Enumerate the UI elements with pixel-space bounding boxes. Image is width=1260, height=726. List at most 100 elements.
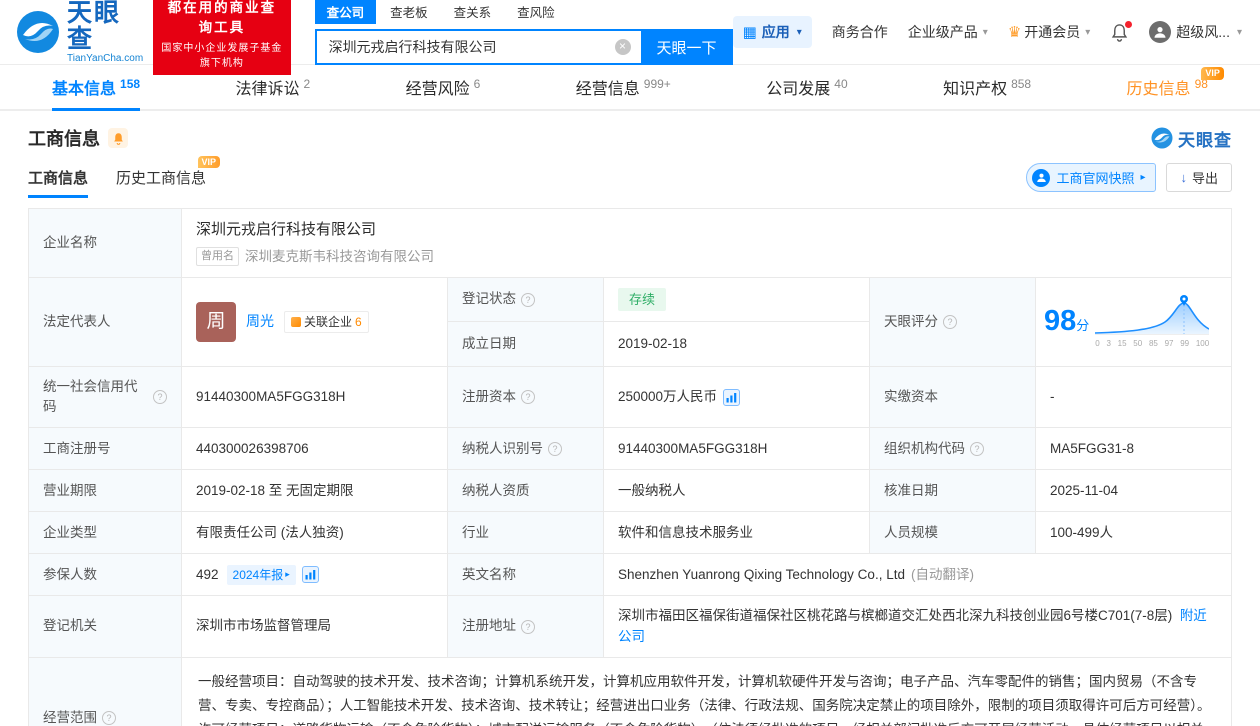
field-label-approval-date: 核准日期	[870, 470, 1035, 512]
tab-operating-risk[interactable]: 经营风险 6	[406, 65, 481, 109]
watermark-brand-name: 天眼查	[1178, 130, 1232, 150]
apps-label: 应用	[761, 24, 790, 40]
legal-rep-avatar[interactable]: 周	[196, 301, 236, 342]
help-icon[interactable]: ?	[943, 314, 957, 329]
help-icon[interactable]: ?	[548, 441, 562, 456]
company-name[interactable]: 深圳元戎启行科技有限公司	[196, 219, 376, 242]
brand-name: 天眼查	[67, 0, 122, 53]
status-date-subgrid: 登记状态 ? 存续 成立日期 2019-02-18	[448, 277, 869, 366]
score-axis-ticks: 03 15 50 85 97 99 100	[1095, 339, 1210, 349]
field-value-reg-capital: 250000万人民币	[604, 366, 869, 428]
field-value-paid-capital: -	[1036, 366, 1231, 428]
search-area: 查公司 查老板 查关系 查风险 × 天眼一下	[314, 0, 733, 65]
help-icon[interactable]: ?	[521, 390, 535, 404]
official-snapshot-button[interactable]: 工商官网快照 ▸	[1026, 163, 1157, 192]
legal-rep-name-link[interactable]: 周光	[246, 311, 274, 332]
vip-badge: VIP	[1201, 67, 1224, 80]
arrow-right-icon: ▸	[1140, 172, 1146, 183]
field-label-score: 天眼评分 ?	[870, 277, 1035, 366]
field-value-org-code: MA5FGG31-8	[1036, 428, 1231, 470]
tab-operating-info[interactable]: 经营信息 999+	[576, 65, 671, 109]
subtab-history-business-info[interactable]: 历史工商信息 VIP	[116, 156, 221, 198]
field-label-legal-rep: 法定代表人	[29, 277, 181, 366]
help-icon[interactable]: ?	[102, 710, 116, 725]
search-tab-relation[interactable]: 查关系	[442, 0, 504, 24]
tab-basic-info[interactable]: 基本信息 158	[52, 65, 141, 111]
membership-label: 开通会员	[1024, 24, 1081, 40]
field-label-taxpayer-quality: 纳税人资质	[448, 470, 603, 512]
tab-company-development[interactable]: 公司发展 40	[766, 65, 847, 109]
help-icon[interactable]: ?	[521, 292, 535, 307]
score-value: 98分	[1044, 305, 1090, 337]
field-value-english-name: Shenzhen Yuanrong Qixing Technology Co.,…	[604, 554, 1231, 596]
auto-translate-note: (自动翻译)	[910, 566, 974, 582]
search-tab-boss[interactable]: 查老板	[378, 0, 440, 24]
field-value-approval-date: 2025-11-04	[1036, 470, 1231, 512]
annual-report-tag[interactable]: 2024年报 ▸	[226, 564, 296, 585]
search-tab-risk[interactable]: 查风险	[505, 0, 567, 24]
field-value-legal-rep: 周 周光 关联企业 6	[182, 277, 447, 366]
score-distribution-chart: 03 15 50 85 97 99 100	[1095, 293, 1210, 350]
menu-membership[interactable]: ♛ 开通会员 ▾	[1008, 22, 1090, 42]
help-icon[interactable]: ?	[970, 441, 984, 456]
field-label-english-name: 英文名称	[448, 554, 603, 596]
top-header: 天眼查 TianYanCha.com 都在用的商业查询工具 国家中小企业发展子基…	[0, 0, 1260, 75]
field-label-reg-authority: 登记机关	[29, 596, 181, 657]
tab-legal-proceedings[interactable]: 法律诉讼 2	[235, 65, 310, 109]
help-icon[interactable]: ?	[521, 619, 535, 634]
section-subtabs: 工商信息 历史工商信息 VIP 工商官网快照 ▸ ↓ 导出	[28, 156, 1232, 198]
field-value-reg-authority: 深圳市市场监督管理局	[182, 596, 447, 657]
notification-bell-icon[interactable]	[1110, 20, 1133, 42]
field-value-taxpayer-id: 91440300MA5FGG318H	[604, 428, 869, 470]
field-value-business-term: 2019-02-18 至 无固定期限	[182, 470, 447, 512]
export-button[interactable]: ↓ 导出	[1166, 163, 1232, 192]
menu-enterprise[interactable]: 企业级产品 ▾	[908, 22, 988, 42]
tab-history-info[interactable]: VIP 历史信息 98	[1127, 65, 1224, 109]
menu-cooperation[interactable]: 商务合作	[832, 22, 888, 42]
field-value-credit-code: 91440300MA5FGG318H	[182, 366, 447, 428]
insured-trend-icon[interactable]	[301, 566, 319, 584]
capital-trend-icon[interactable]	[723, 388, 741, 406]
former-name: 深圳麦克斯韦科技咨询有限公司	[245, 248, 434, 264]
related-companies-icon	[291, 316, 301, 327]
person-icon	[1032, 168, 1051, 187]
user-menu[interactable]: 超级风... ▾	[1149, 21, 1242, 43]
field-label-business-scope: 经营范围 ?	[29, 657, 181, 726]
search-tabs: 查公司 查老板 查关系 查风险	[314, 0, 733, 24]
username: 超级风...	[1176, 24, 1230, 40]
clear-search-icon[interactable]: ×	[614, 39, 631, 55]
promo-line1: 都在用的商业查询工具	[167, 0, 277, 35]
search-tab-company[interactable]: 查公司	[314, 0, 377, 24]
field-label-establish-date: 成立日期	[448, 322, 603, 366]
field-label-company-name: 企业名称	[29, 209, 181, 277]
field-value-establish-date: 2019-02-18	[604, 322, 869, 366]
field-label-staff-size: 人员规模	[870, 512, 1035, 554]
user-avatar-icon	[1149, 21, 1172, 43]
field-label-credit-code: 统一社会信用代码 ?	[29, 366, 181, 428]
search-button[interactable]: 天眼一下	[640, 29, 733, 65]
help-icon[interactable]: ?	[153, 390, 167, 404]
subscribe-bell-icon[interactable]	[108, 128, 128, 148]
header-menu: ▦ 应用 ▾ 商务合作 企业级产品 ▾ ♛ 开通会员 ▾ 超级风... ▾	[732, 16, 1242, 48]
related-companies-tag[interactable]: 关联企业 6	[284, 310, 369, 333]
field-label-insured-count: 参保人数	[29, 554, 181, 596]
tianyancha-logo[interactable]: 天眼查 TianYanCha.com	[16, 0, 143, 65]
field-label-reg-number: 工商注册号	[29, 428, 181, 470]
apps-menu[interactable]: ▦ 应用 ▾	[732, 16, 812, 48]
field-label-taxpayer-id: 纳税人识别号 ?	[448, 428, 603, 470]
tab-intellectual-property[interactable]: 知识产权 858	[943, 65, 1031, 109]
field-value-reg-status: 存续	[604, 277, 869, 322]
score-cell[interactable]: 98分 03 15 50 85 97 99 100	[1036, 277, 1231, 366]
field-label-company-type: 企业类型	[29, 512, 181, 554]
subtab-business-info[interactable]: 工商信息	[28, 167, 89, 198]
field-label-reg-address: 注册地址 ?	[448, 596, 603, 657]
chevron-down-icon: ▾	[796, 26, 802, 38]
status-badge: 存续	[618, 287, 667, 312]
field-label-org-code: 组织机构代码 ?	[870, 428, 1035, 470]
arrow-right-icon: ▸	[285, 569, 290, 579]
field-label-paid-capital: 实缴资本	[870, 366, 1035, 428]
chevron-down-icon: ▾	[1236, 26, 1242, 38]
cooperation-label: 商务合作	[831, 24, 888, 40]
search-input[interactable]	[314, 29, 641, 65]
field-label-business-term: 营业期限	[29, 470, 181, 512]
